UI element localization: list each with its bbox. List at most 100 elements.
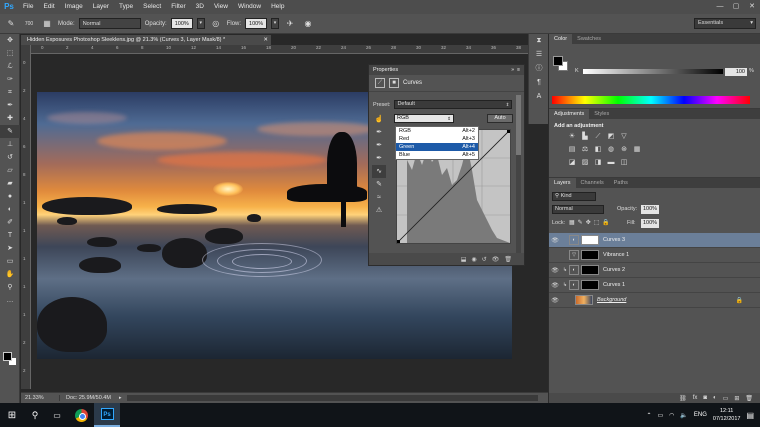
brush-preset-picker[interactable]: 700 [22, 17, 36, 31]
channel-option-red[interactable]: Red Alt+3 [396, 135, 478, 143]
menu-view[interactable]: View [209, 0, 233, 14]
layer-row-curves-3[interactable]: 👁 ◐ Curves 3 [549, 233, 760, 248]
menu-layer[interactable]: Layer [88, 0, 114, 14]
blend-mode-select[interactable]: Normal [552, 205, 604, 214]
opacity-field[interactable]: 100% [170, 18, 193, 29]
hue-saturation-icon[interactable]: ▤ [567, 145, 577, 155]
properties-panel-icon[interactable]: ☰ [529, 48, 549, 62]
channel-option-blue[interactable]: Blue Alt+5 [396, 151, 478, 159]
preset-select[interactable]: Default ⇕ [394, 100, 513, 109]
quick-select-tool-icon[interactable]: ✑ [0, 73, 20, 86]
mode-select[interactable]: Normal [78, 18, 141, 29]
clipping-warning-icon[interactable]: ⚠ [372, 204, 386, 217]
menu-select[interactable]: Select [138, 0, 166, 14]
move-tool-icon[interactable]: ✥ [0, 34, 20, 47]
paragraph-panel-icon[interactable]: ¶ [529, 76, 549, 90]
brush-tool-icon[interactable]: ✎ [0, 125, 20, 138]
shape-tool-icon[interactable]: ▭ [0, 255, 20, 268]
collapse-icon[interactable]: » [511, 67, 514, 73]
wifi-icon[interactable]: ◠ [669, 412, 674, 419]
fill-field[interactable]: 100% [641, 219, 659, 228]
windows-start-icon[interactable]: ⊞ [0, 410, 24, 421]
clip-to-layer-icon[interactable]: ⬓ [461, 256, 467, 263]
gradient-map-icon[interactable]: ▬ [606, 158, 616, 168]
properties-scrollbar[interactable] [516, 95, 521, 255]
menu-help[interactable]: Help [266, 0, 289, 14]
stamp-tool-icon[interactable]: ⊥ [0, 138, 20, 151]
airbrush-icon[interactable]: ✈ [283, 17, 297, 31]
visibility-eye-icon[interactable]: 👁 [492, 256, 500, 263]
brush-tool-icon[interactable]: ✎ [4, 17, 18, 31]
eraser-tool-icon[interactable]: ▱ [0, 164, 20, 177]
color-lookup-icon[interactable]: ▦ [632, 145, 642, 155]
add-mask-icon[interactable]: ◙ [703, 395, 707, 401]
volume-icon[interactable]: 🔈 [680, 412, 687, 419]
healing-tool-icon[interactable]: ✚ [0, 112, 20, 125]
gradient-tool-icon[interactable]: ▰ [0, 177, 20, 190]
layer-row-curves-1[interactable]: 👁 ↳ ◐ Curves 1 [549, 278, 760, 293]
menu-edit[interactable]: Edit [38, 0, 59, 14]
hand-tool-icon[interactable]: ✋ [0, 268, 20, 281]
layer-name[interactable]: Background [597, 297, 626, 303]
new-layer-icon[interactable]: ⊞ [734, 395, 739, 402]
invert-icon[interactable]: ◪ [567, 158, 577, 168]
info-panel-icon[interactable]: ⓘ [529, 62, 549, 76]
channel-mixer-icon[interactable]: ⊛ [619, 145, 629, 155]
zoom-level[interactable]: 21.33% [21, 395, 59, 401]
gray-point-eyedropper-icon[interactable]: ✒ [372, 139, 386, 152]
menu-filter[interactable]: Filter [166, 0, 190, 14]
menu-3d[interactable]: 3D [191, 0, 209, 14]
minimize-button[interactable]: — [712, 0, 728, 14]
draw-curve-icon[interactable]: ✎ [372, 178, 386, 191]
properties-panel-header[interactable]: Properties » ≡ [369, 65, 524, 75]
layer-row-curves-2[interactable]: 👁 ↳ ◐ Curves 2 [549, 263, 760, 278]
opacity-dropdown[interactable]: ▾ [196, 18, 205, 29]
foreground-color-swatch[interactable] [3, 352, 12, 361]
visibility-eye-icon[interactable]: 👁 [549, 237, 561, 244]
tab-styles[interactable]: Styles [589, 109, 614, 119]
black-point-eyedropper-icon[interactable]: ✒ [372, 126, 386, 139]
marquee-tool-icon[interactable]: ⬚ [0, 47, 20, 60]
more-tools-icon[interactable]: … [0, 294, 20, 307]
k-slider[interactable] [583, 69, 723, 74]
layer-mask-thumbnail[interactable] [581, 265, 599, 275]
layer-filter-select[interactable]: ⚲ Kind [552, 192, 596, 201]
lasso-tool-icon[interactable]: ℒ [0, 60, 20, 73]
notifications-icon[interactable]: ▤ [746, 411, 754, 420]
layer-mask-thumbnail[interactable] [581, 280, 599, 290]
pen-tool-icon[interactable]: ✐ [0, 216, 20, 229]
close-icon[interactable]: ✕ [263, 35, 268, 45]
brightness-contrast-icon[interactable]: ☀ [567, 132, 577, 142]
search-icon[interactable]: ⚲ [24, 410, 46, 421]
flow-dropdown[interactable]: ▾ [271, 18, 280, 29]
channel-option-rgb[interactable]: RGB Alt+2 [396, 127, 478, 135]
link-layers-icon[interactable]: ⛓ [679, 395, 687, 402]
maximize-button[interactable]: ▢ [728, 0, 744, 14]
trash-icon[interactable]: 🗑 [504, 256, 512, 263]
selective-color-icon[interactable]: ◫ [619, 158, 629, 168]
exposure-icon[interactable]: ◩ [606, 132, 616, 142]
menu-image[interactable]: Image [60, 0, 88, 14]
curves-icon[interactable]: ⟋ [593, 132, 603, 142]
flow-field[interactable]: 100% [245, 18, 268, 29]
lock-icons[interactable]: ▦✎✥⬚🔒 [569, 219, 613, 226]
tab-channels[interactable]: Channels [576, 178, 609, 188]
reset-icon[interactable]: ↺ [482, 256, 487, 263]
properties-tab[interactable]: Properties [373, 67, 398, 73]
vibrance-icon[interactable]: ▽ [619, 132, 629, 142]
fx-icon[interactable]: fx [693, 395, 698, 401]
tab-paths[interactable]: Paths [609, 178, 633, 188]
history-panel-icon[interactable]: ⧗ [529, 34, 549, 48]
visibility-eye-icon[interactable]: 👁 [549, 282, 561, 289]
layer-name[interactable]: Vibrance 1 [603, 252, 629, 258]
layer-name[interactable]: Curves 1 [603, 282, 625, 288]
document-tab[interactable]: Hidden Exposures Photoshop Sleeklens.jpg… [21, 35, 271, 45]
smooth-curve-icon[interactable]: ≈ [372, 191, 386, 204]
channel-option-green[interactable]: Green Alt+4 [396, 143, 478, 151]
horizontal-scrollbar[interactable] [127, 395, 538, 401]
k-value-field[interactable]: 100 [725, 68, 747, 76]
layer-mask-thumbnail[interactable] [581, 235, 599, 245]
layer-name[interactable]: Curves 2 [603, 267, 625, 273]
black-white-icon[interactable]: ◧ [593, 145, 603, 155]
eyedropper-tool-icon[interactable]: ✒ [0, 99, 20, 112]
